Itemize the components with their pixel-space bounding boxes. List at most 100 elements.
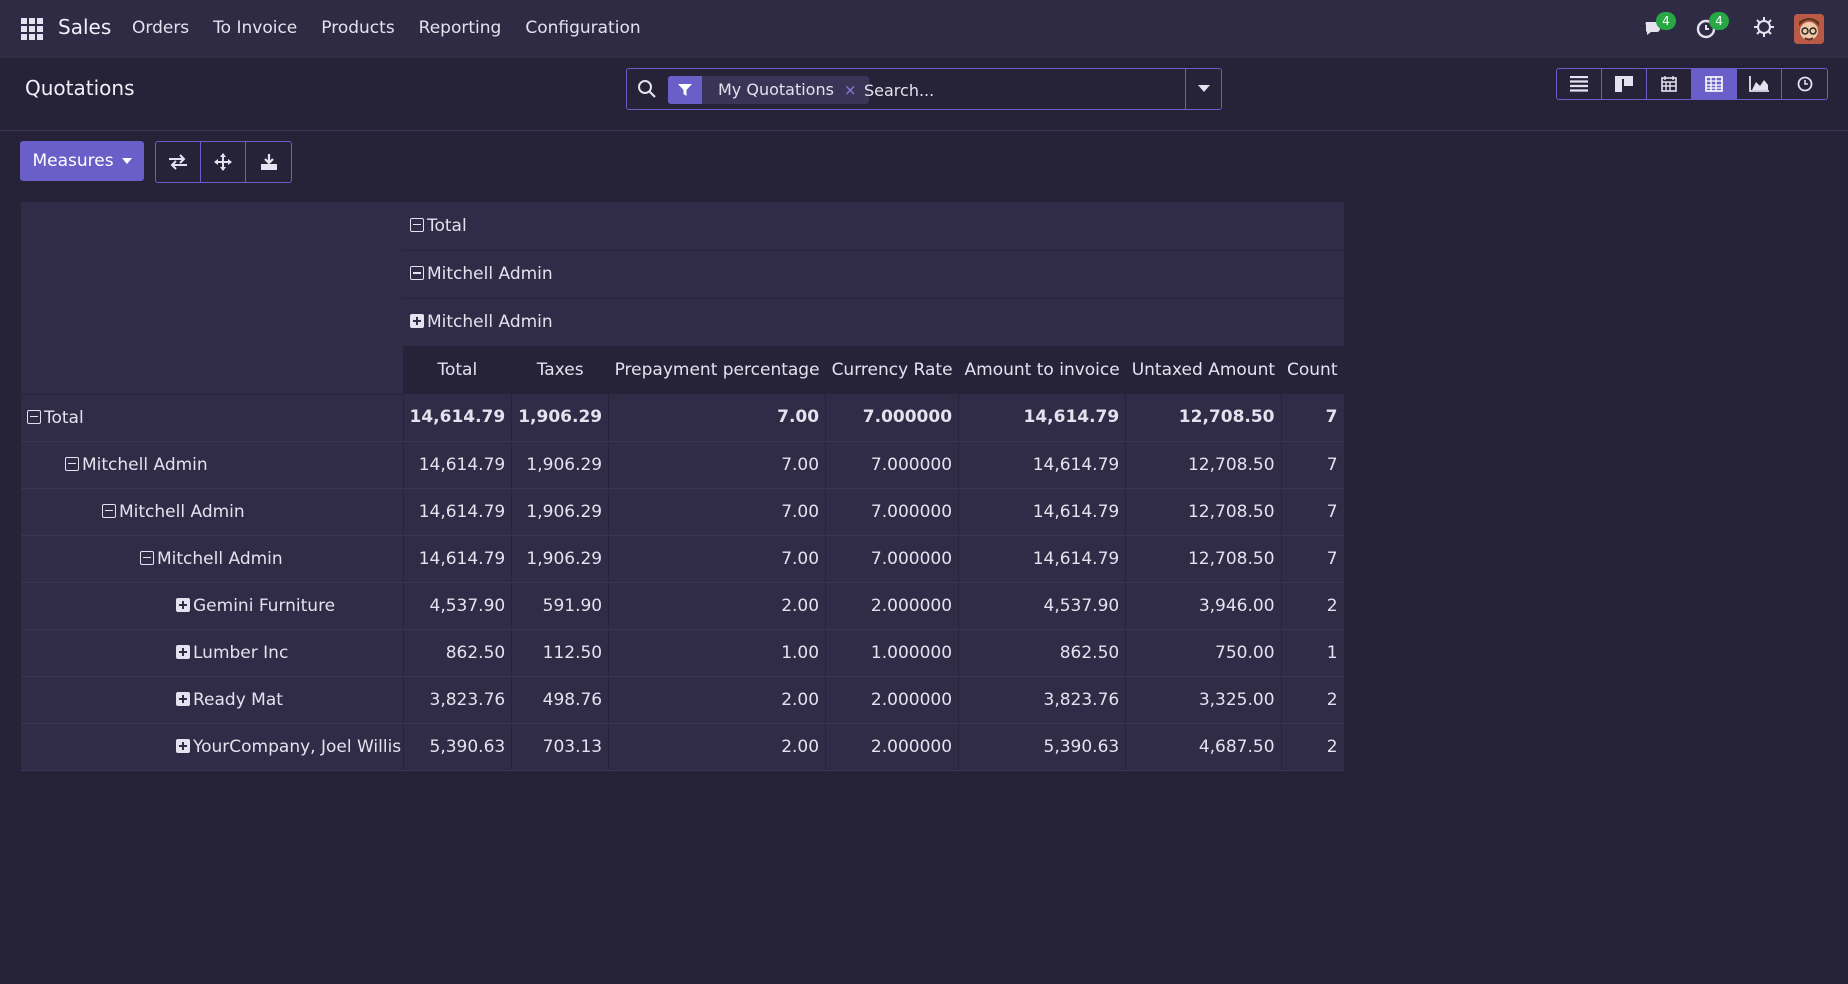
pivot-cell[interactable]: 2 xyxy=(1280,723,1344,771)
pivot-cell[interactable]: 7.00 xyxy=(608,394,826,442)
pivot-cell[interactable]: 7.000000 xyxy=(825,394,959,442)
pivot-cell[interactable]: 2.00 xyxy=(608,723,826,771)
col-header-mitchell-admin-2[interactable]: Mitchell Admin xyxy=(403,298,1344,347)
col-header-mitchell-admin[interactable]: Mitchell Admin xyxy=(403,250,1344,299)
search-bar[interactable]: My Quotations × xyxy=(626,68,1222,110)
row-header[interactable]: Mitchell Admin xyxy=(21,441,403,489)
pivot-cell[interactable]: 498.76 xyxy=(511,676,609,724)
pivot-cell[interactable]: 1.000000 xyxy=(825,629,959,677)
pivot-cell[interactable]: 2.000000 xyxy=(825,582,959,630)
pivot-cell[interactable]: 750.00 xyxy=(1125,629,1282,677)
pivot-cell[interactable]: 14,614.79 xyxy=(402,535,512,583)
pivot-cell[interactable]: 1,906.29 xyxy=(511,394,609,442)
row-header[interactable]: Total xyxy=(21,394,403,442)
measure-header-currency-rate[interactable]: Currency Rate xyxy=(825,346,959,394)
pivot-cell[interactable]: 3,823.76 xyxy=(958,676,1126,724)
pivot-cell[interactable]: 5,390.63 xyxy=(958,723,1126,771)
app-grid-icon[interactable] xyxy=(21,18,43,40)
pivot-cell[interactable]: 2.000000 xyxy=(825,676,959,724)
pivot-cell[interactable]: 2 xyxy=(1280,582,1344,630)
pivot-cell[interactable]: 14,614.79 xyxy=(958,488,1126,536)
pivot-cell[interactable]: 4,537.90 xyxy=(402,582,512,630)
menu-configuration[interactable]: Configuration xyxy=(525,18,640,38)
pivot-cell[interactable]: 1,906.29 xyxy=(511,488,609,536)
measure-header-total[interactable]: Total xyxy=(403,346,512,394)
row-header[interactable]: YourCompany, Joel Willis xyxy=(21,723,403,771)
pivot-cell[interactable]: 7.000000 xyxy=(825,441,959,489)
pivot-cell[interactable]: 3,823.76 xyxy=(402,676,512,724)
pivot-cell[interactable]: 862.50 xyxy=(402,629,512,677)
calendar-view-button[interactable] xyxy=(1647,69,1692,99)
pivot-view-button[interactable] xyxy=(1692,69,1737,99)
col-header-total[interactable]: Total xyxy=(403,202,1344,251)
pivot-cell[interactable]: 112.50 xyxy=(511,629,609,677)
row-header[interactable]: Mitchell Admin xyxy=(21,535,403,583)
pivot-cell[interactable]: 4,537.90 xyxy=(958,582,1126,630)
measure-header-count[interactable]: Count xyxy=(1281,346,1344,394)
download-button[interactable] xyxy=(246,142,291,182)
app-brand[interactable]: Sales xyxy=(58,15,111,39)
table-row: Lumber Inc 862.50 112.50 1.00 1.000000 862.50… xyxy=(21,629,1344,677)
pivot-cell[interactable]: 2.00 xyxy=(608,582,826,630)
collapse-icon xyxy=(410,217,424,232)
pivot-cell[interactable]: 703.13 xyxy=(511,723,609,771)
flip-axis-button[interactable] xyxy=(156,142,201,182)
pivot-cell[interactable]: 862.50 xyxy=(958,629,1126,677)
pivot-cell[interactable]: 2 xyxy=(1280,676,1344,724)
pivot-cell[interactable]: 3,325.00 xyxy=(1125,676,1282,724)
measure-header-taxes[interactable]: Taxes xyxy=(511,346,609,394)
row-header[interactable]: Ready Mat xyxy=(21,676,403,724)
pivot-cell[interactable]: 14,614.79 xyxy=(402,441,512,489)
pivot-cell[interactable]: 7.00 xyxy=(608,488,826,536)
menu-to-invoice[interactable]: To Invoice xyxy=(213,18,297,38)
pivot-cell[interactable]: 14,614.79 xyxy=(958,535,1126,583)
pivot-cell[interactable]: 7.000000 xyxy=(825,488,959,536)
pivot-cell[interactable]: 1 xyxy=(1280,629,1344,677)
expand-all-button[interactable] xyxy=(201,142,246,182)
pivot-cell[interactable]: 14,614.79 xyxy=(958,441,1126,489)
pivot-cell[interactable]: 4,687.50 xyxy=(1125,723,1282,771)
pivot-cell[interactable]: 7.00 xyxy=(608,535,826,583)
activity-view-button[interactable] xyxy=(1782,69,1827,99)
pivot-cell[interactable]: 14,614.79 xyxy=(958,394,1126,442)
pivot-cell[interactable]: 1,906.29 xyxy=(511,441,609,489)
row-header[interactable]: Lumber Inc xyxy=(21,629,403,677)
pivot-cell[interactable]: 7.000000 xyxy=(825,535,959,583)
measure-header-prepayment[interactable]: Prepayment percentage xyxy=(608,346,826,394)
pivot-cell[interactable]: 2.00 xyxy=(608,676,826,724)
kanban-view-button[interactable] xyxy=(1602,69,1647,99)
messages-button[interactable]: 4 xyxy=(1642,12,1676,42)
search-options-toggle[interactable] xyxy=(1185,69,1221,109)
pivot-cell[interactable]: 7 xyxy=(1280,488,1344,536)
user-avatar[interactable] xyxy=(1794,14,1824,44)
pivot-cell[interactable]: 3,946.00 xyxy=(1125,582,1282,630)
pivot-cell[interactable]: 5,390.63 xyxy=(402,723,512,771)
pivot-cell[interactable]: 2.000000 xyxy=(825,723,959,771)
measure-header-untaxed-amount[interactable]: Untaxed Amount xyxy=(1125,346,1282,394)
pivot-cell[interactable]: 14,614.79 xyxy=(402,488,512,536)
graph-view-button[interactable] xyxy=(1737,69,1782,99)
debug-button[interactable] xyxy=(1753,16,1779,42)
pivot-cell[interactable]: 1,906.29 xyxy=(511,535,609,583)
menu-reporting[interactable]: Reporting xyxy=(419,18,502,38)
pivot-cell[interactable]: 12,708.50 xyxy=(1125,488,1282,536)
search-input[interactable] xyxy=(864,77,1164,103)
activities-button[interactable]: 4 xyxy=(1695,12,1729,42)
pivot-cell[interactable]: 7 xyxy=(1280,441,1344,489)
pivot-cell[interactable]: 14,614.79 xyxy=(402,394,512,442)
measures-dropdown[interactable]: Measures xyxy=(20,141,144,181)
menu-orders[interactable]: Orders xyxy=(132,18,189,38)
pivot-cell[interactable]: 7 xyxy=(1280,535,1344,583)
pivot-cell[interactable]: 12,708.50 xyxy=(1125,535,1282,583)
pivot-cell[interactable]: 7 xyxy=(1280,394,1344,442)
list-view-button[interactable] xyxy=(1557,69,1602,99)
pivot-cell[interactable]: 12,708.50 xyxy=(1125,441,1282,489)
pivot-cell[interactable]: 12,708.50 xyxy=(1125,394,1282,442)
pivot-cell[interactable]: 7.00 xyxy=(608,441,826,489)
measure-header-amount-to-invoice[interactable]: Amount to invoice xyxy=(958,346,1126,394)
row-header[interactable]: Gemini Furniture xyxy=(21,582,403,630)
pivot-cell[interactable]: 1.00 xyxy=(608,629,826,677)
row-header[interactable]: Mitchell Admin xyxy=(21,488,403,536)
menu-products[interactable]: Products xyxy=(321,18,394,38)
pivot-cell[interactable]: 591.90 xyxy=(511,582,609,630)
